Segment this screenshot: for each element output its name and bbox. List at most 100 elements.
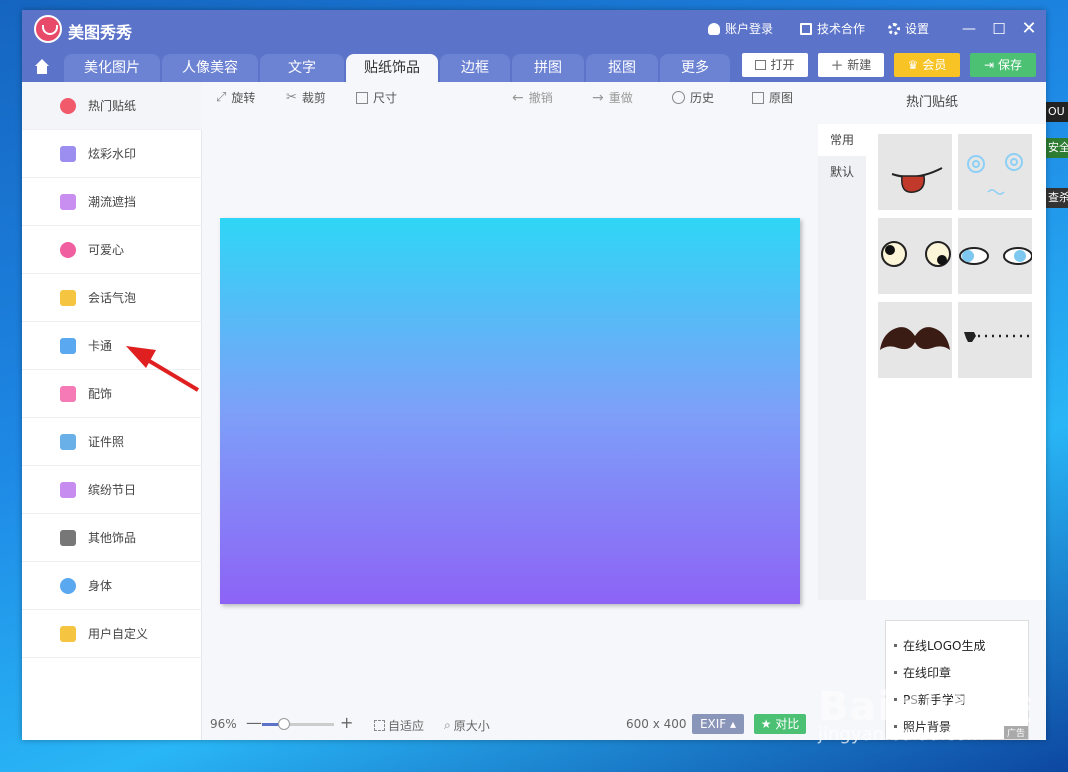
mustache-sticker[interactable]: [878, 302, 952, 378]
scissors-icon: ✂: [286, 90, 297, 105]
new-button[interactable]: + 新建: [818, 53, 884, 77]
redo-button[interactable]: → 重做: [592, 89, 633, 106]
sidebar-item-label: 炫彩水印: [88, 147, 137, 161]
vip-button[interactable]: ♛ 会员: [894, 53, 960, 77]
redo-arrow-icon: →: [592, 89, 604, 106]
open-button[interactable]: 打开: [742, 53, 808, 77]
image-canvas[interactable]: [220, 218, 800, 604]
history-button[interactable]: 历史: [672, 89, 714, 106]
tongue-sticker[interactable]: [878, 134, 952, 210]
settings-link[interactable]: 设置: [888, 20, 929, 37]
minimize-button[interactable]: —: [958, 18, 980, 40]
tab-stickers[interactable]: 贴纸饰品: [346, 54, 438, 82]
tab-portrait[interactable]: 人像美容: [162, 54, 258, 82]
zoom-slider[interactable]: [262, 718, 334, 730]
sidebar-item-2[interactable]: 潮流遮挡: [22, 178, 202, 226]
undo-button[interactable]: ← 撤销: [512, 89, 553, 106]
resize-icon: [356, 91, 368, 104]
baidu-watermark-url: jingyan.baidu.com: [818, 724, 985, 745]
plus-icon: +: [830, 56, 844, 74]
exif-button[interactable]: EXIF ▴: [692, 714, 744, 734]
tab-text[interactable]: 文字: [260, 54, 344, 82]
tab-collage[interactable]: 拼图: [512, 54, 584, 82]
rotate-button[interactable]: ⤢ 旋转: [216, 89, 255, 106]
sidebar-item-label: 身体: [88, 579, 113, 593]
sidebar-item-4[interactable]: 会话气泡: [22, 274, 202, 322]
zoom-out-button[interactable]: —: [246, 713, 262, 732]
tab-cutout[interactable]: 抠图: [586, 54, 658, 82]
main-nav: 美化图片 人像美容 文字 贴纸饰品 边框 拼图 抠图 更多 打开 + 新建 ♛ …: [22, 50, 1046, 82]
sidebar-item-label: 用户自定义: [88, 627, 149, 641]
image-dimensions: 600 x 400: [626, 717, 687, 731]
login-label: 账户登录: [725, 22, 774, 36]
blue-eyes-sticker[interactable]: [958, 218, 1032, 294]
sidebar-item-label: 配饰: [88, 387, 113, 401]
flame-icon: [60, 98, 76, 114]
sticker-grid: [866, 124, 1046, 600]
tab-more[interactable]: 更多: [660, 54, 730, 82]
sidebar-item-0[interactable]: 热门贴纸: [22, 82, 202, 130]
heart-icon: [60, 242, 76, 258]
sidebar-item-5[interactable]: 卡通: [22, 322, 202, 370]
close-button[interactable]: ✕: [1018, 18, 1040, 40]
export-icon: ⇥: [983, 58, 995, 72]
sidebar-item-label: 卡通: [88, 339, 113, 353]
sidebar-item-label: 证件照: [88, 435, 125, 449]
sidebar-item-3[interactable]: 可爱心: [22, 226, 202, 274]
pencil-icon: [60, 626, 76, 642]
sidebar-item-9[interactable]: 其他饰品: [22, 514, 202, 562]
original-button[interactable]: 原图: [752, 89, 793, 106]
size-button[interactable]: 尺寸: [356, 89, 397, 106]
balloon-icon: [60, 482, 76, 498]
subcategory-default[interactable]: 默认: [818, 156, 866, 188]
fit-icon: [374, 720, 385, 731]
maximize-button[interactable]: ☐: [988, 18, 1010, 40]
original-label: 原图: [769, 91, 794, 105]
save-button[interactable]: ⇥ 保存: [970, 53, 1036, 77]
ad-link-logo[interactable]: 在线LOGO生成: [894, 637, 985, 654]
app-logo-icon: [34, 15, 62, 43]
sidebar-item-6[interactable]: 配饰: [22, 370, 202, 418]
login-link[interactable]: 账户登录: [708, 20, 773, 37]
title-bar: 美图秀秀 账户登录 技术合作 设置 — ☐ ✕: [22, 10, 1046, 50]
fit-label: 自适应: [388, 719, 425, 733]
sidebar-item-7[interactable]: 证件照: [22, 418, 202, 466]
gear-icon: [888, 22, 900, 35]
monitor-icon: [800, 22, 812, 35]
blue-eyes-icon: [959, 247, 1032, 265]
crop-button[interactable]: ✂ 裁剪: [286, 89, 326, 106]
cooperation-link[interactable]: 技术合作: [800, 20, 865, 37]
grid-icon: [60, 530, 76, 546]
subcategory-common[interactable]: 常用: [818, 124, 866, 156]
sidebar-item-10[interactable]: 身体: [22, 562, 202, 610]
googly-eyes-sticker[interactable]: [878, 218, 952, 294]
compare-label: 对比: [775, 717, 800, 731]
home-icon[interactable]: [28, 57, 56, 79]
zoom-in-button[interactable]: +: [340, 713, 353, 732]
compare-button[interactable]: ★ 对比: [754, 714, 806, 734]
sidebar-item-1[interactable]: 炫彩水印: [22, 130, 202, 178]
tab-frames[interactable]: 边框: [440, 54, 510, 82]
sidebar-item-8[interactable]: 缤纷节日: [22, 466, 202, 514]
pointer-dots-sticker[interactable]: [958, 302, 1032, 378]
tab-beautify[interactable]: 美化图片: [64, 54, 160, 82]
dizzy-eyes-sticker[interactable]: [958, 134, 1032, 210]
rotate-icon: ⤢: [216, 90, 227, 105]
new-label: 新建: [847, 58, 872, 72]
undo-label: 撤销: [528, 91, 553, 105]
crown-icon: ♛: [907, 58, 919, 72]
fit-button[interactable]: 自适应: [374, 717, 424, 734]
sticker-subcategories: 常用 默认: [818, 124, 866, 600]
magnifier-icon: ⌕: [444, 718, 451, 732]
ad-label-logo: 在线LOGO生成: [903, 639, 986, 653]
sidebar-item-11[interactable]: 用户自定义: [22, 610, 202, 658]
compare-star-icon: ★: [760, 717, 772, 731]
actual-size-button[interactable]: ⌕ 原大小: [444, 717, 490, 734]
status-bar: 96% — + 自适应 ⌕ 原大小 600 x 400 EXIF ▴ ★ 对比: [202, 712, 818, 736]
zoom-slider-thumb[interactable]: [277, 718, 290, 730]
sidebar-item-label: 可爱心: [88, 243, 125, 257]
user-icon: [708, 22, 720, 35]
id-photo-icon: [60, 434, 76, 450]
sidebar-item-label: 其他饰品: [88, 531, 137, 545]
zoom-percent: 96%: [210, 717, 237, 731]
